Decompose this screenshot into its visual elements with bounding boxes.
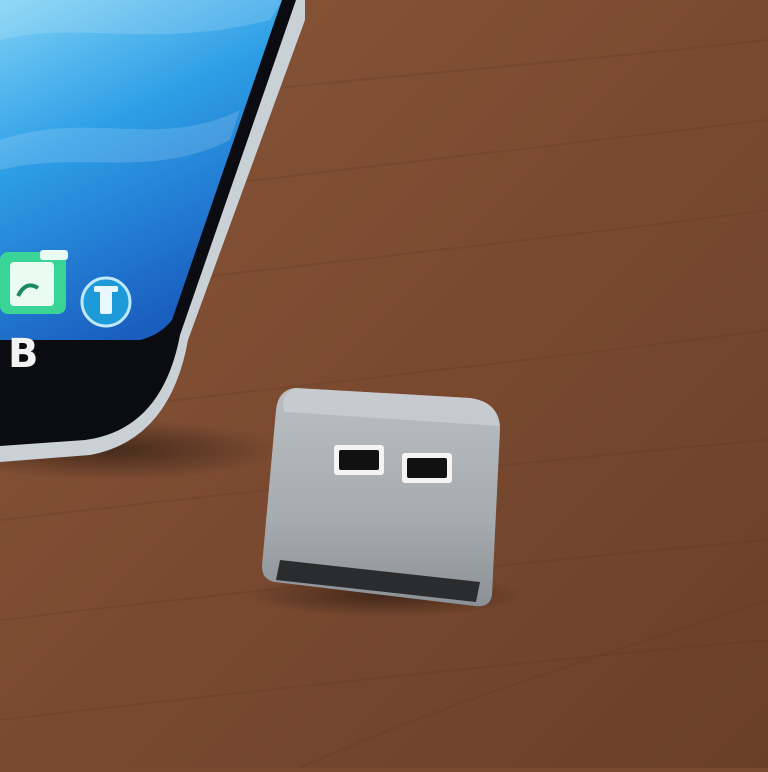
screen-glyph: B (8, 331, 40, 377)
circle-app-icon[interactable] (80, 276, 132, 328)
photo-scene: B (0, 0, 768, 769)
clipboard-app-icon[interactable] (0, 250, 68, 314)
photo-canvas (0, 0, 768, 769)
usb-port-right[interactable] (402, 453, 452, 483)
usb-port-left[interactable] (334, 445, 384, 475)
